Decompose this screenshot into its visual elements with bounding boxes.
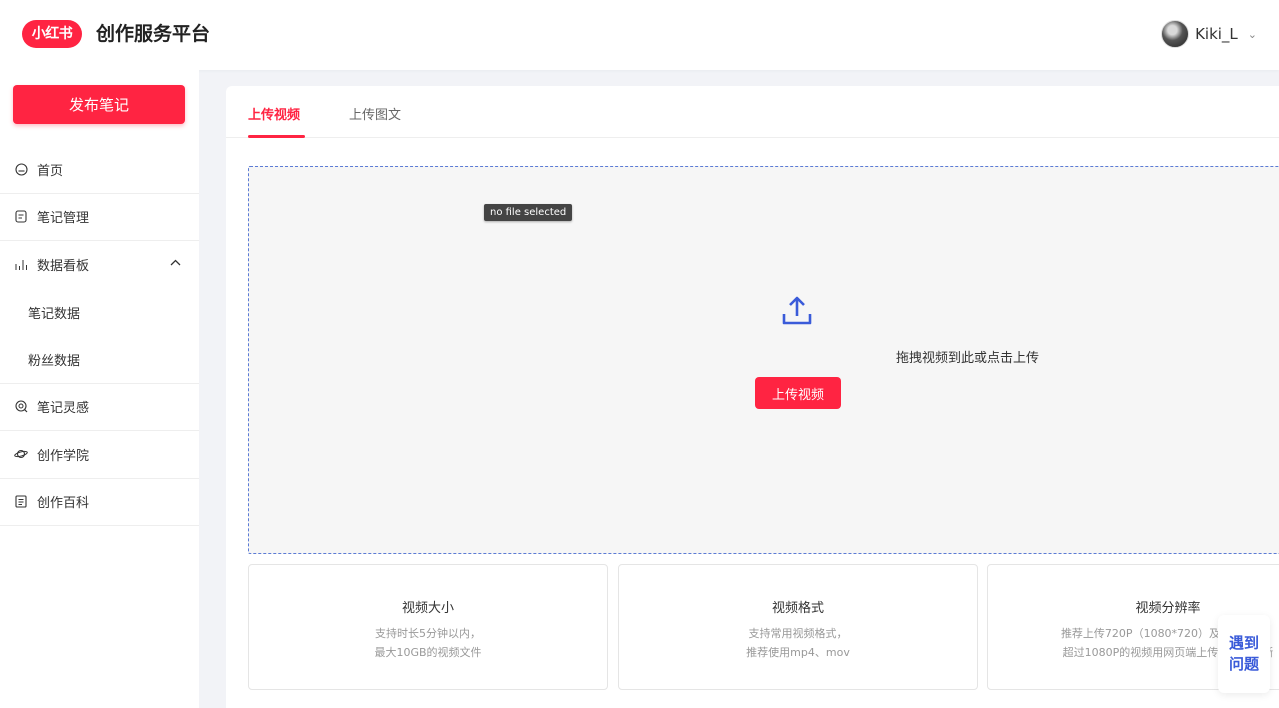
info-card-line: 支持常用视频格式， <box>748 627 848 640</box>
info-card-title: 视频分辨率 <box>1135 601 1201 616</box>
sidebar-item-label: 创作百科 <box>37 496 90 512</box>
publish-note-button[interactable]: 发布笔记 <box>13 85 185 124</box>
info-card-title: 视频格式 <box>771 601 824 616</box>
user-menu[interactable]: Kiki_L ⌄ <box>1161 20 1257 48</box>
chevron-up-icon[interactable] <box>170 258 181 269</box>
info-card-line: 最大10GB的视频文件 <box>374 646 482 659</box>
sidebar-item-label: 笔记数据 <box>28 306 81 322</box>
sidebar-item-data-dashboard[interactable]: 数据看板 <box>0 241 199 289</box>
video-dropzone[interactable]: no file selected 拖拽视频到此或点击上传 上传视频 <box>248 166 1279 554</box>
top-header: 小红书 创作服务平台 Kiki_L ⌄ <box>0 0 1279 70</box>
upload-panel: 上传视频 上传图文 no file selected 拖拽视频到此或点击上传 上… <box>226 86 1279 708</box>
inspiration-icon <box>14 400 28 414</box>
sidebar-item-note-inspiration[interactable]: 笔记灵感 <box>0 384 199 431</box>
info-card-line: 支持时长5分钟以内， <box>375 627 481 640</box>
sidebar-item-note-management[interactable]: 笔记管理 <box>0 194 199 241</box>
username[interactable]: Kiki_L <box>1195 25 1238 43</box>
planet-icon <box>14 447 28 461</box>
note-icon <box>14 210 28 224</box>
active-tab-indicator <box>248 135 305 138</box>
sidebar-item-label: 粉丝数据 <box>28 353 81 369</box>
help-text-line2: 问题 <box>1228 655 1259 673</box>
platform-title: 创作服务平台 <box>96 23 211 45</box>
info-card-title: 视频大小 <box>401 601 454 616</box>
sidebar-item-creator-academy[interactable]: 创作学院 <box>0 431 199 479</box>
dropzone-hint: 拖拽视频到此或点击上传 <box>249 347 1279 366</box>
bar-chart-icon <box>14 258 28 272</box>
sidebar-item-note-data[interactable]: 笔记数据 <box>0 289 199 337</box>
sidebar-item-label: 笔记灵感 <box>37 401 90 417</box>
sidebar-item-label: 创作学院 <box>37 448 90 464</box>
tab-upload-video[interactable]: 上传视频 <box>248 104 300 123</box>
info-card-video-format: 视频格式 支持常用视频格式， 推荐使用mp4、mov <box>618 564 978 690</box>
chevron-down-icon[interactable]: ⌄ <box>1248 28 1257 41</box>
sidebar-item-creator-wiki[interactable]: 创作百科 <box>0 479 199 526</box>
home-icon <box>14 162 28 176</box>
file-input-tooltip: no file selected <box>484 204 573 221</box>
info-card-line: 推荐使用mp4、mov <box>746 646 850 659</box>
avatar[interactable] <box>1161 20 1190 48</box>
upload-icon <box>782 296 812 325</box>
dropzone-hint-text: 拖拽视频到此或点击上传 <box>895 351 1039 366</box>
sidebar-item-home[interactable]: 首页 <box>0 146 199 194</box>
sidebar-item-label: 数据看板 <box>37 259 90 275</box>
xiaohongshu-logo[interactable]: 小红书 <box>22 20 82 48</box>
tab-upload-image-text[interactable]: 上传图文 <box>349 104 401 123</box>
upload-video-button[interactable]: 上传视频 <box>755 377 841 409</box>
sidebar-item-fan-data[interactable]: 粉丝数据 <box>0 336 199 384</box>
sidebar-item-label: 笔记管理 <box>37 211 90 227</box>
info-card-video-size: 视频大小 支持时长5分钟以内， 最大10GB的视频文件 <box>248 564 608 690</box>
book-icon <box>14 495 28 509</box>
help-text-line1: 遇到 <box>1228 634 1259 652</box>
help-float-button[interactable]: 遇到 问题 <box>1218 615 1270 693</box>
sidebar-item-label: 首页 <box>37 163 64 179</box>
sidebar-nav: 首页 笔记管理 数据看板 笔记数据 粉丝数据 笔记灵感 创作学院 创作百科 <box>0 146 199 526</box>
sidebar: 发布笔记 首页 笔记管理 数据看板 笔记数据 粉丝数据 笔记灵感 创作学院 创作… <box>0 70 199 708</box>
upload-tabs: 上传视频 上传图文 <box>226 86 1279 138</box>
